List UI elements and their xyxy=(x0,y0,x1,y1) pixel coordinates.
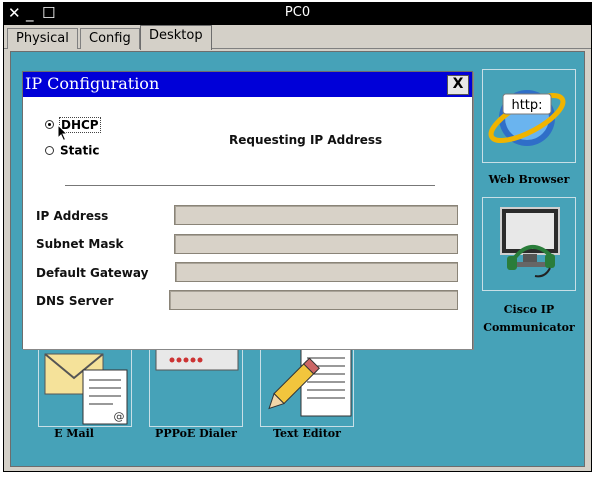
ip-communicator-icon xyxy=(500,207,560,278)
dns-server-label: DNS Server xyxy=(36,294,114,308)
ip-configuration-dialog: IP Configuration X DHCP Static Requestin… xyxy=(22,71,473,349)
email-app[interactable]: @ xyxy=(38,347,132,427)
static-radio-indicator[interactable] xyxy=(45,146,54,155)
ip-address-field[interactable] xyxy=(174,205,458,225)
dhcp-radio-indicator[interactable] xyxy=(45,120,54,129)
ip-configuration-body: DHCP Static Requesting IP Address IP Add… xyxy=(23,97,472,349)
static-radio-label: Static xyxy=(60,143,100,158)
cisco-ip-communicator-label-line1: Cisco IP xyxy=(503,303,555,316)
default-gateway-label: Default Gateway xyxy=(36,266,149,280)
mouse-cursor-icon xyxy=(57,124,69,142)
web-browser-icon: http: xyxy=(488,90,566,146)
window-title: PC0 xyxy=(284,5,311,20)
dns-server-field[interactable] xyxy=(169,290,458,310)
cisco-ip-communicator-app[interactable] xyxy=(482,197,576,291)
pc0-window: ✕ _ ☐ PC0 Physical Config Desktop http: … xyxy=(3,2,592,472)
static-radio[interactable]: Static xyxy=(45,143,99,161)
text-editor-icon xyxy=(268,347,352,417)
cisco-ip-communicator-label-line2: Communicator xyxy=(483,321,575,334)
web-browser-app[interactable]: http: xyxy=(482,69,576,163)
dhcp-status-text: Requesting IP Address xyxy=(229,133,383,147)
email-label: E Mail xyxy=(54,427,94,440)
ip-configuration-title: IP Configuration xyxy=(25,74,160,93)
tab-physical[interactable]: Physical xyxy=(7,28,78,49)
divider xyxy=(65,185,435,186)
window-titlebar: ✕ _ ☐ PC0 xyxy=(4,3,591,25)
tab-bar: Physical Config Desktop xyxy=(4,25,591,50)
web-browser-label: Web Browser xyxy=(488,173,570,186)
dialog-close-button[interactable]: X xyxy=(447,75,469,95)
email-icon: @ xyxy=(44,353,128,425)
subnet-mask-field[interactable] xyxy=(174,234,458,254)
tab-desktop[interactable]: Desktop xyxy=(140,25,212,50)
svg-text:http:: http: xyxy=(511,98,542,113)
svg-text:@: @ xyxy=(114,410,125,423)
text-editor-label: Text Editor xyxy=(273,427,341,440)
pppoe-dialer-label: PPPoE Dialer xyxy=(155,427,237,440)
ip-address-label: IP Address xyxy=(36,209,109,223)
pppoe-dialer-icon xyxy=(155,347,239,371)
dhcp-radio[interactable]: DHCP xyxy=(45,116,101,135)
default-gateway-field[interactable] xyxy=(175,262,458,282)
tab-config[interactable]: Config xyxy=(80,28,140,49)
subnet-mask-label: Subnet Mask xyxy=(36,237,124,251)
ip-configuration-titlebar: IP Configuration X xyxy=(23,72,472,97)
text-editor-app[interactable] xyxy=(260,347,354,427)
pppoe-dialer-app[interactable] xyxy=(149,347,243,427)
cisco-ip-communicator-label: Cisco IP Communicator xyxy=(476,303,582,334)
